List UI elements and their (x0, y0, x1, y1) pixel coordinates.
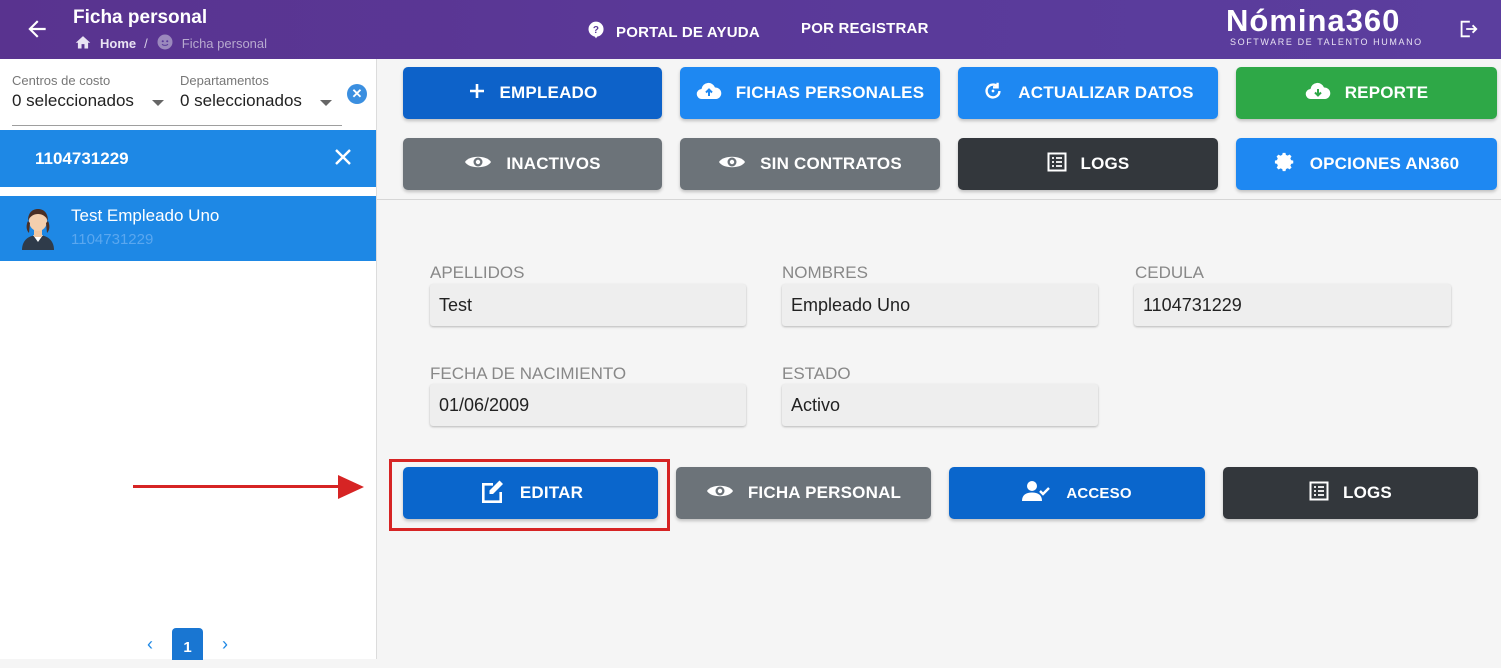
eye-icon (464, 153, 492, 176)
home-icon[interactable] (74, 34, 92, 53)
update-data-button[interactable]: ACTUALIZAR DATOS (958, 67, 1218, 119)
no-contracts-button[interactable]: SIN CONTRATOS (680, 138, 940, 190)
inactive-label: INACTIVOS (506, 154, 601, 173)
help-portal-label: PORTAL DE AYUDA (616, 23, 760, 41)
top-bar: Ficha personal Home / Ficha personal ? P… (0, 0, 1501, 59)
user-check-icon (1022, 480, 1052, 506)
svg-text:?: ? (593, 25, 599, 36)
breadcrumb-home[interactable]: Home (100, 36, 136, 51)
page-number[interactable]: 1 (172, 628, 203, 660)
logs-toolbar-button[interactable]: LOGS (958, 138, 1218, 190)
surname-label: APELLIDOS (430, 263, 525, 282)
help-portal-link[interactable]: ? PORTAL DE AYUDA (586, 20, 760, 44)
annotation-highlight-box (389, 459, 670, 531)
department-label: Departamentos (180, 73, 269, 88)
brand-tagline: SOFTWARE DE TALENTO HUMANO (1230, 37, 1423, 47)
logs-toolbar-label: LOGS (1080, 154, 1130, 173)
report-button[interactable]: REPORTE (1236, 67, 1497, 119)
options-button[interactable]: OPCIONES AN360 (1236, 138, 1497, 190)
employee-list-item[interactable]: Test Empleado Uno 1104731229 (0, 196, 376, 261)
page-title: Ficha personal (73, 7, 208, 28)
annotation-arrow-head (338, 475, 364, 499)
surname-field: Test (430, 284, 746, 326)
personal-record-button[interactable]: FICHA PERSONAL (676, 467, 931, 519)
filter-divider (12, 125, 342, 126)
breadcrumb: Home / Ficha personal (74, 33, 267, 54)
avatar (19, 204, 57, 250)
inactive-button[interactable]: INACTIVOS (403, 138, 662, 190)
chevron-down-icon[interactable] (151, 100, 164, 106)
personal-record-label: FICHA PERSONAL (747, 483, 902, 502)
access-label: ACCESO (1066, 484, 1132, 502)
list-icon (1309, 481, 1329, 506)
eye-icon (706, 482, 734, 505)
personal-records-label: FICHAS PERSONALES (735, 83, 925, 102)
register-link[interactable]: POR REGISTRAR (801, 20, 929, 37)
pagination: ‹ 1 › (144, 628, 231, 660)
eye-icon (718, 153, 746, 176)
close-icon[interactable] (333, 147, 355, 169)
cost-center-value: 0 seleccionados (12, 91, 134, 110)
plus-icon (468, 82, 486, 105)
breadcrumb-current: Ficha personal (181, 36, 268, 51)
search-value: 1104731229 (35, 149, 129, 168)
face-icon (156, 33, 174, 54)
cloud-upload-icon (696, 81, 722, 106)
department-select: 0 seleccionados (180, 91, 332, 111)
help-icon: ? (586, 20, 606, 44)
update-data-label: ACTUALIZAR DATOS (1018, 83, 1194, 102)
cost-center-filter[interactable]: Centros de costo 0 seleccionados (12, 73, 164, 111)
cloud-download-icon (1305, 81, 1331, 106)
status-label: ESTADO (782, 364, 851, 383)
list-icon (1047, 152, 1067, 177)
clear-filters-icon[interactable]: ✕ (347, 84, 367, 104)
id-field: 1104731229 (1134, 284, 1451, 326)
chevron-down-icon[interactable] (319, 100, 332, 106)
birth-date-field: 01/06/2009 (430, 384, 746, 426)
birth-date-label: FECHA DE NACIMIENTO (430, 364, 627, 383)
chevron-left-icon[interactable]: ‹ (144, 634, 156, 655)
add-employee-button[interactable]: EMPLEADO (403, 67, 662, 119)
department-value: 0 seleccionados (180, 91, 302, 110)
toolbar-divider (377, 199, 1501, 200)
search-result-bar[interactable]: 1104731229 (0, 130, 376, 187)
cost-center-select: 0 seleccionados (12, 91, 164, 111)
department-filter[interactable]: Departamentos 0 seleccionados (180, 73, 332, 111)
brand-name: Nómina360 (1226, 3, 1401, 38)
annotation-arrow (133, 485, 343, 488)
no-contracts-label: SIN CONTRATOS (760, 154, 902, 173)
employee-name: Test Empleado Uno (71, 206, 220, 225)
add-employee-label: EMPLEADO (499, 83, 598, 102)
logout-icon[interactable] (1457, 18, 1479, 40)
brand-logo: Nómina360 SOFTWARE DE TALENTO HUMANO (1226, 2, 1426, 47)
breadcrumb-separator: / (144, 36, 148, 51)
id-label: CEDULA (1135, 263, 1204, 282)
cost-center-label: Centros de costo (12, 73, 111, 88)
status-field: Activo (782, 384, 1098, 426)
back-arrow-icon[interactable] (24, 16, 50, 42)
refresh-icon (982, 80, 1004, 107)
logs-label: LOGS (1343, 483, 1392, 502)
access-button[interactable]: ACCESO (949, 467, 1205, 519)
gear-icon (1274, 151, 1296, 178)
options-label: OPCIONES AN360 (1309, 154, 1460, 173)
report-label: REPORTE (1344, 83, 1429, 102)
employee-id: 1104731229 (71, 231, 154, 248)
personal-records-button[interactable]: FICHAS PERSONALES (680, 67, 940, 119)
sidebar: Centros de costo 0 seleccionados Departa… (0, 59, 377, 660)
names-field: Empleado Uno (782, 284, 1098, 326)
logs-button[interactable]: LOGS (1223, 467, 1478, 519)
names-label: NOMBRES (782, 263, 868, 282)
chevron-right-icon[interactable]: › (219, 634, 231, 655)
